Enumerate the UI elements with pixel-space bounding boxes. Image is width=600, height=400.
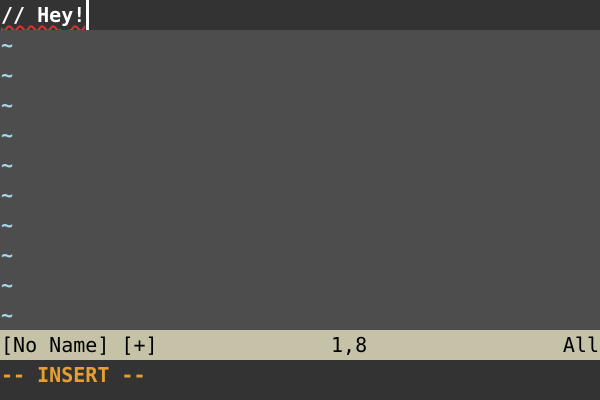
empty-line-marker: ~ xyxy=(1,243,14,267)
empty-line-marker: ~ xyxy=(1,63,14,87)
vim-editor-window[interactable]: // Hey! ~ ~ ~ ~ ~ ~ ~ ~ ~ ~ [No Name] [+… xyxy=(0,0,600,400)
empty-line-marker: ~ xyxy=(1,123,14,147)
scroll-position: All xyxy=(562,333,599,357)
mode-indicator: -- INSERT -- xyxy=(1,363,146,387)
command-line[interactable]: -- INSERT -- xyxy=(0,360,600,400)
empty-line-marker: ~ xyxy=(1,153,14,177)
empty-line-marker: ~ xyxy=(1,93,14,117)
buffer-name: [No Name] [+] xyxy=(1,333,158,357)
empty-line-marker: ~ xyxy=(1,303,14,327)
empty-line-marker: ~ xyxy=(1,33,14,57)
buffer-line-1[interactable]: // Hey! xyxy=(0,0,600,30)
status-line: [No Name] [+] 1,8 All xyxy=(0,330,600,360)
line-text: // Hey! xyxy=(1,3,86,27)
cursor-position: 1,8 xyxy=(331,333,368,357)
empty-line-marker: ~ xyxy=(1,273,14,297)
text-cursor xyxy=(86,0,90,30)
empty-line-marker: ~ xyxy=(1,213,14,237)
empty-line-marker: ~ xyxy=(1,183,14,207)
empty-buffer-area[interactable]: ~ ~ ~ ~ ~ ~ ~ ~ ~ ~ xyxy=(0,30,600,330)
